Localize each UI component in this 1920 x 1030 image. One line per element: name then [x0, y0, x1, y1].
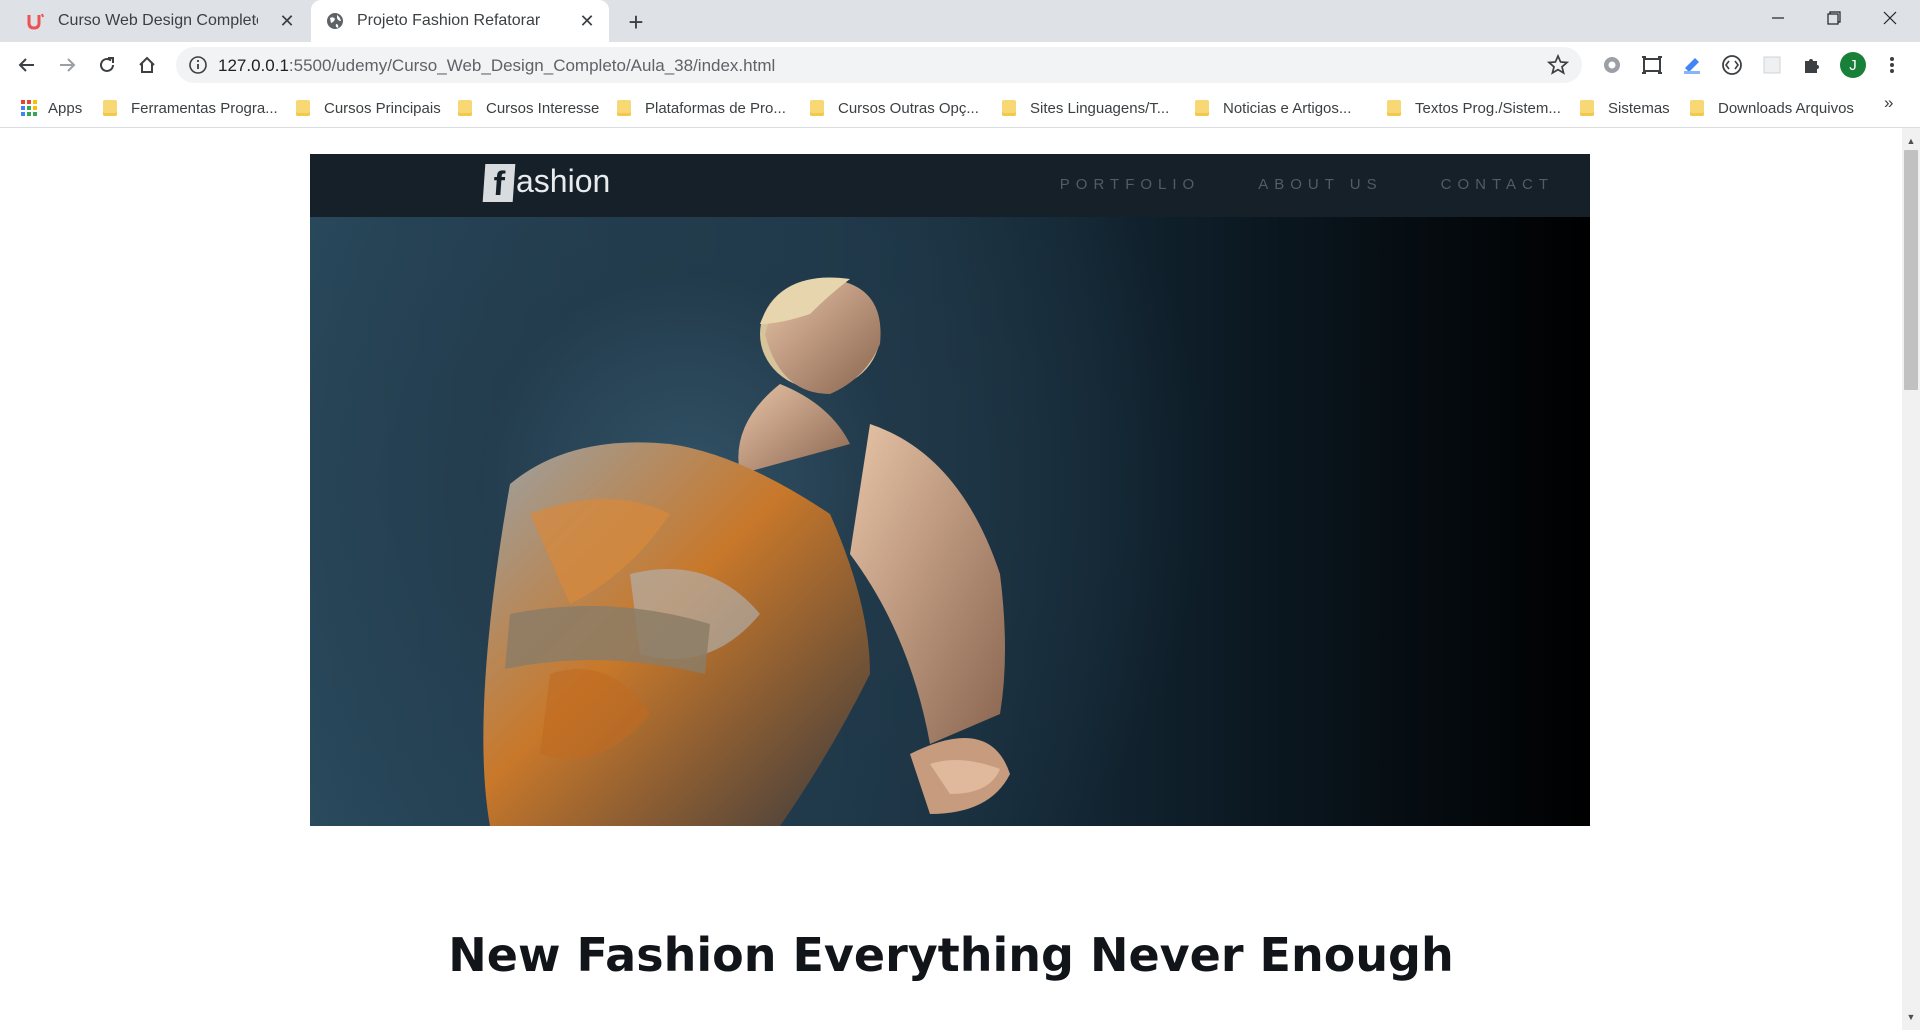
fashion-logo[interactable]: f ashion [482, 162, 611, 203]
forward-icon[interactable] [51, 49, 83, 81]
placeholder-extension-icon[interactable] [1760, 53, 1784, 77]
menu-kebab-icon[interactable] [1882, 50, 1902, 80]
extensions-puzzle-icon[interactable] [1800, 53, 1824, 77]
minimize-icon[interactable] [1750, 0, 1806, 36]
url-host: 127.0.0.1 [218, 56, 289, 75]
tab-strip: Curso Web Design Completo: HT ✕ Projeto … [0, 0, 1920, 42]
back-icon[interactable] [11, 49, 43, 81]
close-window-icon[interactable] [1862, 0, 1918, 36]
page-headline: New Fashion Everything Never Enough [448, 928, 1454, 982]
close-tab-icon[interactable]: ✕ [577, 11, 597, 31]
folder-icon [1580, 100, 1594, 116]
blue-extension-icon[interactable] [1680, 53, 1704, 77]
bookmark-folder[interactable]: Downloads Arquivos [1690, 97, 1854, 119]
logo-badge: f [482, 164, 516, 203]
reload-icon[interactable] [91, 49, 123, 81]
page-viewport: f ashion PORTFOLIO ABOUT US CONTACT New … [0, 128, 1902, 1030]
bookmark-label: Ferramentas Progra... [131, 99, 278, 117]
bookmark-label: Apps [48, 99, 83, 117]
folder-icon [1195, 100, 1209, 116]
profile-avatar[interactable]: J [1840, 52, 1866, 78]
model-figure [483, 277, 1010, 826]
bookmark-folder[interactable]: Cursos Interesse [458, 97, 599, 119]
bookmark-label: Noticias e Artigos... [1223, 99, 1352, 117]
bookmark-label: Sites Linguagens/T... [1030, 99, 1170, 117]
bookmark-folder[interactable]: Textos Prog./Sistem... [1387, 97, 1561, 119]
folder-icon [296, 100, 310, 116]
new-tab-button[interactable]: + [622, 7, 650, 37]
bookmark-label: Sistemas [1608, 99, 1670, 117]
globe-icon [325, 11, 345, 31]
screenshot-extension-icon[interactable] [1640, 53, 1664, 77]
scroll-down-arrow-icon[interactable]: ▼ [1906, 1012, 1916, 1022]
bookmark-folder[interactable]: Ferramentas Progra... [103, 97, 278, 119]
bookmarks-overflow-button[interactable]: » [1884, 93, 1893, 113]
nav-about-link[interactable]: ABOUT US [1258, 176, 1382, 193]
bookmarks-bar: Apps Ferramentas Progra... Cursos Princi… [0, 88, 1920, 128]
bookmark-folder[interactable]: Noticias e Artigos... [1195, 97, 1351, 119]
tab-fashion[interactable]: Projeto Fashion Refatorar ✕ [311, 0, 609, 42]
site-header: f ashion PORTFOLIO ABOUT US CONTACT [310, 154, 1590, 826]
bookmark-folder[interactable]: Cursos Principais [296, 97, 441, 119]
bookmark-star-icon[interactable] [1546, 53, 1570, 77]
apps-grid-icon [20, 99, 38, 117]
nav-links: PORTFOLIO ABOUT US CONTACT [1060, 176, 1554, 193]
folder-icon [810, 100, 824, 116]
bookmark-folder[interactable]: Cursos Outras Opç... [810, 97, 979, 119]
bookmark-label: Plataformas de Pro... [645, 99, 786, 117]
udemy-icon [26, 11, 46, 31]
address-bar[interactable]: 127.0.0.1:5500/udemy/Curso_Web_Design_Co… [176, 47, 1582, 83]
scrollbar-thumb[interactable] [1904, 150, 1918, 390]
bookmark-folder[interactable]: Plataformas de Pro... [617, 97, 786, 119]
bookmark-label: Textos Prog./Sistem... [1415, 99, 1561, 117]
nav-contact-link[interactable]: CONTACT [1441, 176, 1554, 193]
bookmark-label: Cursos Interesse [486, 99, 600, 117]
site-navbar: f ashion PORTFOLIO ABOUT US CONTACT [310, 154, 1590, 217]
bookmark-folder[interactable]: Sistemas [1580, 97, 1670, 119]
tab-udemy[interactable]: Curso Web Design Completo: HT ✕ [12, 0, 309, 42]
bookmark-label: Cursos Outras Opç... [838, 99, 979, 117]
folder-icon [1002, 100, 1016, 116]
home-icon[interactable] [131, 49, 163, 81]
bookmark-label: Cursos Principais [324, 99, 441, 117]
bookmark-label: Downloads Arquivos [1718, 99, 1854, 117]
folder-icon [617, 100, 631, 116]
bookmark-apps[interactable]: Apps [20, 97, 82, 119]
url-path: :5500/udemy/Curso_Web_Design_Completo/Au… [288, 56, 776, 75]
browser-toolbar: 127.0.0.1:5500/udemy/Curso_Web_Design_Co… [0, 42, 1920, 88]
logo-text: ashion [516, 162, 611, 199]
extension-gear-icon[interactable] [1600, 53, 1624, 77]
hero-image [310, 154, 1590, 826]
folder-icon [103, 100, 117, 116]
restore-icon[interactable] [1806, 0, 1862, 36]
scroll-up-arrow-icon[interactable]: ▲ [1906, 136, 1916, 146]
nav-portfolio-link[interactable]: PORTFOLIO [1060, 176, 1200, 193]
devtools-extension-icon[interactable] [1720, 53, 1744, 77]
folder-icon [1690, 100, 1704, 116]
bookmark-folder[interactable]: Sites Linguagens/T... [1002, 97, 1169, 119]
url-text: 127.0.0.1:5500/udemy/Curso_Web_Design_Co… [218, 56, 775, 76]
close-tab-icon[interactable]: ✕ [277, 11, 297, 31]
folder-icon [458, 100, 472, 116]
folder-icon [1387, 100, 1401, 116]
tab-title: Projeto Fashion Refatorar [357, 12, 541, 29]
tab-title: Curso Web Design Completo: HT [58, 12, 258, 29]
site-info-icon[interactable] [188, 55, 208, 75]
